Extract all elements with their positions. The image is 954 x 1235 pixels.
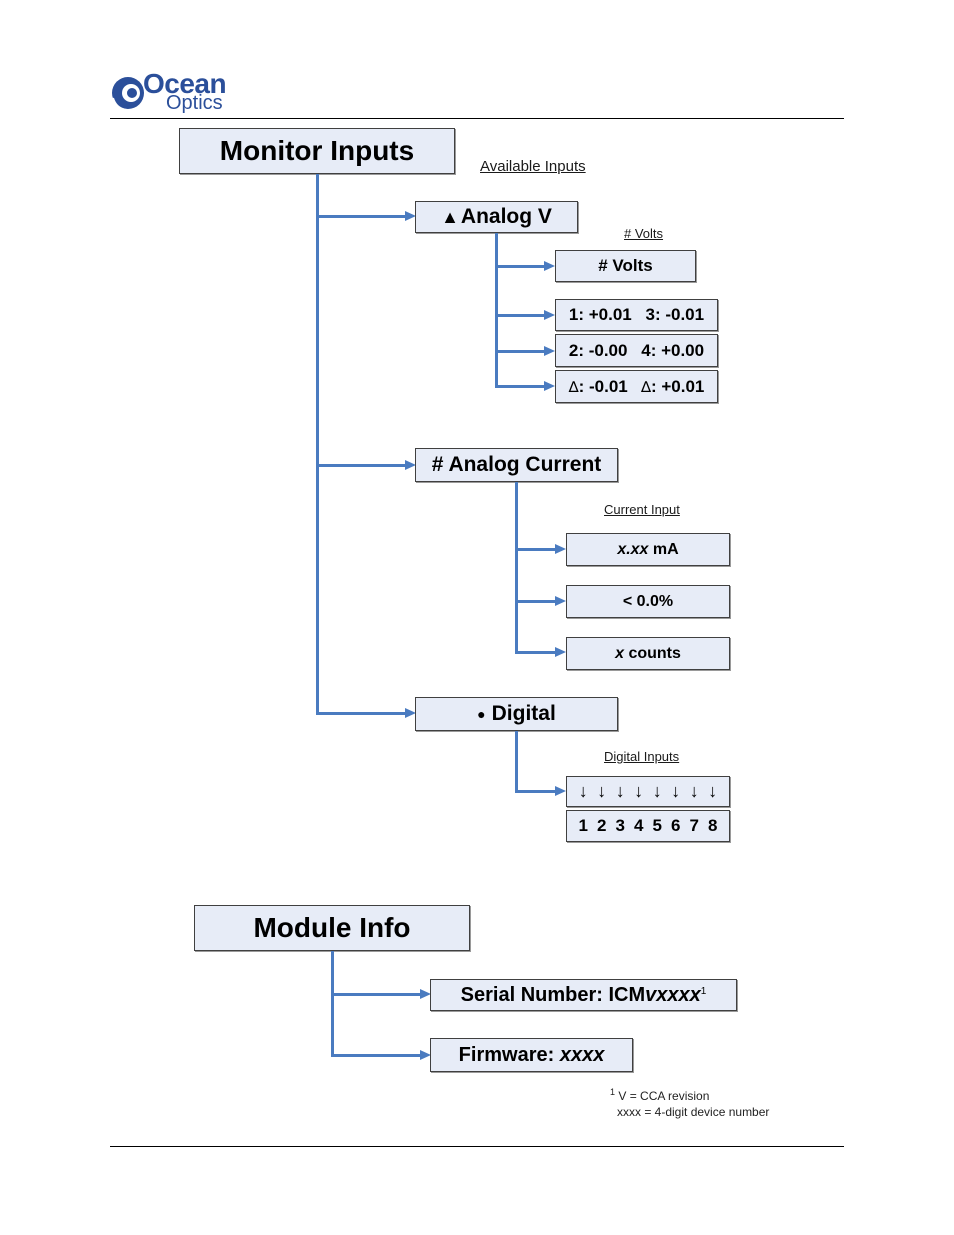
serial-label: Serial Number: ICM [460, 983, 646, 1006]
connector-to-serial [331, 993, 421, 996]
arrow-to-channels-2-4 [544, 346, 555, 356]
connector-to-channels-2-4 [495, 350, 545, 353]
digital-channel-number: 4 [634, 816, 644, 835]
analog-current-title: # Analog Current [431, 453, 602, 476]
digital-channel-number: 7 [689, 816, 699, 835]
footnote-mark: 1 [610, 1087, 616, 1097]
counts-italic: x [615, 644, 624, 662]
footnote-line-2: xxxx = 4-digit device number [617, 1105, 770, 1119]
volts-label: # Volts [624, 226, 664, 241]
connector-main-trunk [316, 174, 319, 715]
connector-analog-v-trunk [495, 233, 498, 388]
channel-1-value: 1: +0.01 [568, 305, 632, 324]
channel-3-value: 3: -0.01 [645, 305, 705, 324]
digital-input-arrow-icon: ↓ [597, 781, 607, 801]
digital-title: Digital [491, 702, 556, 725]
digital-input-arrow-icon: ↓ [634, 781, 644, 801]
digital-channel-number: 6 [671, 816, 681, 835]
serial-italic: vxxxx [645, 983, 701, 1006]
ocean-optics-swirl-logo [112, 74, 144, 111]
digital-channel-number: 2 [597, 816, 607, 835]
arrow-to-percent [555, 596, 566, 606]
header-rule [110, 118, 844, 119]
analog-v-box: ▲ Analog V [415, 201, 578, 233]
digital-input-arrow-icon: ↓ [615, 781, 625, 801]
delta-left-value: : -0.01 [578, 376, 628, 396]
ocean-optics-logo: Ocean Optics [110, 68, 240, 116]
connector-analog-current-trunk [515, 482, 518, 654]
monitor-inputs-box: Monitor Inputs [179, 128, 455, 174]
module-info-box: Module Info [194, 905, 470, 951]
serial-number-box: Serial Number: ICM vxxxx 1 [430, 979, 737, 1011]
firmware-label: Firmware: [458, 1043, 560, 1066]
arrow-to-ma [555, 544, 566, 554]
connector-to-digital-inputs [515, 790, 556, 793]
channel-2-value: 2: -0.00 [568, 340, 628, 360]
connector-to-volts [495, 265, 545, 268]
connector-to-digital [316, 712, 406, 715]
connector-to-counts [515, 651, 556, 654]
delta-right-value: : +0.01 [650, 376, 705, 396]
digital-arrows-box: ↓ ↓ ↓ ↓ ↓ ↓ ↓ ↓ [566, 776, 730, 807]
digital-input-arrow-icon: ↓ [708, 781, 718, 801]
ma-italic: x.xx [617, 540, 649, 558]
logo-text-optics: Optics [166, 92, 223, 114]
analog-current-box: # Analog Current [415, 448, 618, 482]
arrow-to-delta [544, 381, 555, 391]
delta-icon: ∆ [568, 377, 579, 396]
volts-box: # Volts [555, 250, 696, 282]
firmware-italic: xxxx [559, 1043, 605, 1066]
digital-channel-number: 8 [708, 816, 718, 835]
percent-box: < 0.0% [566, 585, 730, 618]
delta-box: ∆: -0.01 ∆: +0.01 [555, 370, 718, 403]
monitor-inputs-title: Monitor Inputs [219, 135, 415, 166]
connector-to-firmware [331, 1054, 421, 1057]
digital-channel-number: 1 [578, 816, 588, 835]
footer-rule [110, 1146, 844, 1147]
digital-box: ● Digital [415, 697, 618, 731]
channels-1-3-box: 1: +0.01 3: -0.01 [555, 299, 718, 331]
counts-text: counts [624, 644, 681, 662]
digital-inputs-label: Digital Inputs [604, 749, 680, 764]
bullet-icon: ● [477, 706, 486, 722]
volts-text: # Volts [598, 256, 653, 275]
connector-module-trunk [331, 951, 334, 1057]
ma-text: mA [648, 540, 679, 558]
digital-input-arrow-icon: ↓ [578, 781, 588, 801]
channels-2-4-box: 2: -0.00 4: +0.00 [555, 334, 718, 367]
footnote: 1 V = CCA revision xxxx = 4-digit device… [610, 1084, 769, 1120]
connector-to-analog-current [316, 464, 406, 467]
digital-input-arrow-icon: ↓ [689, 781, 699, 801]
counts-box: x counts [566, 637, 730, 670]
channel-4-value: 4: +0.00 [641, 340, 705, 360]
firmware-box: Firmware: xxxx [430, 1038, 633, 1072]
delta-right: ∆: +0.01 [641, 377, 704, 397]
analog-v-title: Analog V [460, 205, 552, 228]
delta-left: ∆: -0.01 [569, 377, 628, 397]
connector-to-delta [495, 385, 545, 388]
connector-digital-trunk [515, 731, 518, 793]
digital-channels-box: 12345678 [566, 810, 730, 842]
digital-input-arrow-icon: ↓ [671, 781, 681, 801]
arrow-to-volts [544, 261, 555, 271]
connector-to-percent [515, 600, 556, 603]
digital-channel-number: 3 [615, 816, 625, 835]
connector-to-channels-1-3 [495, 314, 545, 317]
arrow-to-channels-1-3 [544, 310, 555, 320]
delta-icon: ∆ [640, 377, 651, 396]
digital-input-arrow-icon: ↓ [652, 781, 662, 801]
digital-channel-number: 5 [652, 816, 662, 835]
arrow-to-counts [555, 647, 566, 657]
triangle-up-icon: ▲ [441, 206, 459, 227]
percent-text: < 0.0% [622, 592, 674, 610]
module-info-title: Module Info [253, 912, 411, 943]
ma-box: x.xx mA [566, 533, 730, 566]
connector-to-ma [515, 548, 556, 551]
serial-footnote-mark: 1 [700, 985, 707, 997]
connector-to-analog-v [316, 215, 406, 218]
current-input-label: Current Input [604, 502, 680, 517]
footnote-line-1: V = CCA revision [618, 1089, 710, 1103]
arrow-to-digital-inputs [555, 786, 566, 796]
available-inputs-label: Available Inputs [480, 158, 586, 175]
